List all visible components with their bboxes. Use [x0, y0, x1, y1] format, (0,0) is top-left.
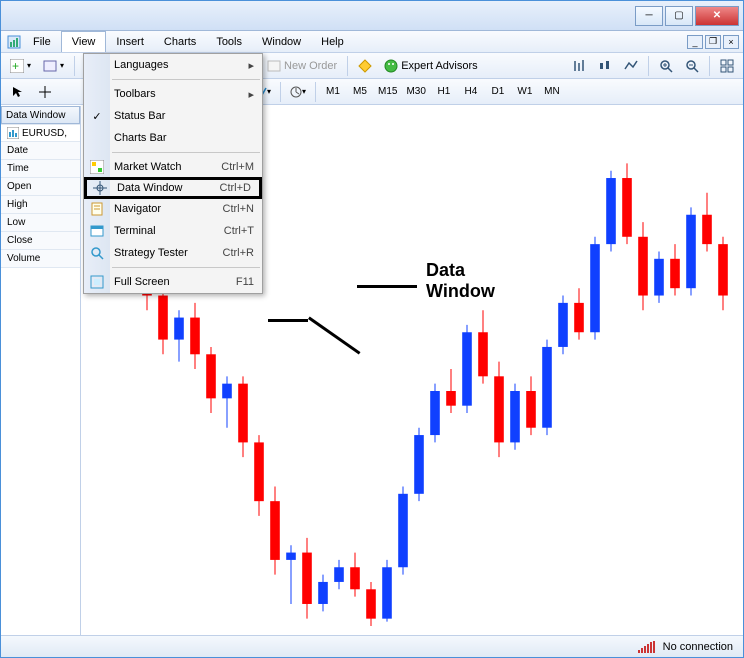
menu-tools[interactable]: Tools — [206, 31, 252, 52]
menuitem-toolbars[interactable]: Toolbars▸ — [84, 83, 262, 105]
menuitem-navigator[interactable]: NavigatorCtrl+N — [84, 198, 262, 220]
menu-insert[interactable]: Insert — [106, 31, 154, 52]
menuitem-terminal[interactable]: TerminalCtrl+T — [84, 220, 262, 242]
menuitem-full-screen[interactable]: Full ScreenF11 — [84, 271, 262, 293]
timeframe-m30[interactable]: M30 — [402, 82, 429, 102]
mdi-close-button[interactable]: × — [723, 35, 739, 49]
profiles-button[interactable]: ▾ — [38, 55, 69, 77]
navigator-icon — [88, 202, 106, 216]
view-dropdown-menu: Languages▸ Toolbars▸ ✓Status Bar Charts … — [83, 53, 263, 294]
timeframe-mn[interactable]: MN — [539, 82, 565, 102]
data-row-high: High — [1, 196, 80, 214]
menuitem-strategy-tester[interactable]: Strategy TesterCtrl+R — [84, 242, 262, 264]
app-icon — [5, 31, 23, 52]
data-symbol-row: EURUSD, — [1, 124, 80, 142]
data-window-tab[interactable]: Data Window — [1, 106, 80, 124]
menuitem-charts-bar[interactable]: Charts Bar — [84, 127, 262, 149]
expert-advisors-button[interactable]: Expert Advisors — [379, 55, 482, 77]
data-row-close: Close — [1, 232, 80, 250]
data-row-open: Open — [1, 178, 80, 196]
minimize-button[interactable]: ─ — [635, 6, 663, 26]
mdi-controls: _ ❐ × — [687, 31, 743, 52]
new-chart-button[interactable]: +▾ — [5, 55, 36, 77]
menu-help[interactable]: Help — [311, 31, 354, 52]
timeframe-m1[interactable]: M1 — [320, 82, 346, 102]
data-window-panel: Data Window EURUSD, Date Time Open High … — [1, 106, 81, 635]
menuitem-languages[interactable]: Languages▸ — [84, 54, 262, 76]
menuitem-status-bar[interactable]: ✓Status Bar — [84, 105, 262, 127]
menuitem-data-window[interactable]: Data WindowCtrl+D — [84, 177, 262, 199]
metaquotes-button[interactable] — [353, 55, 377, 77]
new-order-button[interactable]: New Order — [262, 55, 342, 77]
menu-view[interactable]: View — [61, 31, 107, 52]
connection-status: No connection — [663, 641, 733, 653]
tile-windows-button[interactable] — [715, 55, 739, 77]
menu-window[interactable]: Window — [252, 31, 311, 52]
timeframe-h1[interactable]: H1 — [431, 82, 457, 102]
mdi-restore-button[interactable]: ❐ — [705, 35, 721, 49]
periodicity-button[interactable]: ▾ — [285, 82, 311, 102]
timeframe-m15[interactable]: M15 — [374, 82, 401, 102]
maximize-button[interactable]: ▢ — [665, 6, 693, 26]
cursor-tool[interactable] — [5, 82, 31, 102]
strategy-tester-icon — [88, 246, 106, 260]
crosshair-tool[interactable] — [32, 82, 58, 102]
menu-file[interactable]: File — [23, 31, 61, 52]
candle-chart-button[interactable] — [593, 55, 617, 77]
terminal-icon — [88, 224, 106, 238]
connection-bars-icon — [638, 641, 655, 653]
svg-text:+: + — [12, 59, 19, 73]
data-row-date: Date — [1, 142, 80, 160]
status-bar: No connection — [1, 635, 743, 657]
close-button[interactable]: ✕ — [695, 6, 739, 26]
check-icon: ✓ — [88, 110, 106, 123]
menu-bar: File View Insert Charts Tools Window Hel… — [1, 31, 743, 53]
timeframe-w1[interactable]: W1 — [512, 82, 538, 102]
menu-charts[interactable]: Charts — [154, 31, 206, 52]
zoom-out-button[interactable] — [680, 55, 704, 77]
data-window-icon — [91, 181, 109, 195]
zoom-in-button[interactable] — [654, 55, 678, 77]
full-screen-icon — [88, 275, 106, 289]
timeframe-d1[interactable]: D1 — [485, 82, 511, 102]
line-chart-button[interactable] — [619, 55, 643, 77]
titlebar: ─ ▢ ✕ — [1, 1, 743, 31]
bar-chart-button[interactable] — [567, 55, 591, 77]
timeframe-h4[interactable]: H4 — [458, 82, 484, 102]
mdi-minimize-button[interactable]: _ — [687, 35, 703, 49]
timeframe-m5[interactable]: M5 — [347, 82, 373, 102]
market-watch-icon — [88, 160, 106, 174]
data-row-low: Low — [1, 214, 80, 232]
app-window: ─ ▢ ✕ File View Insert Charts Tools Wind… — [0, 0, 744, 658]
menuitem-market-watch[interactable]: Market WatchCtrl+M — [84, 156, 262, 178]
data-row-volume: Volume — [1, 250, 80, 268]
data-row-time: Time — [1, 160, 80, 178]
